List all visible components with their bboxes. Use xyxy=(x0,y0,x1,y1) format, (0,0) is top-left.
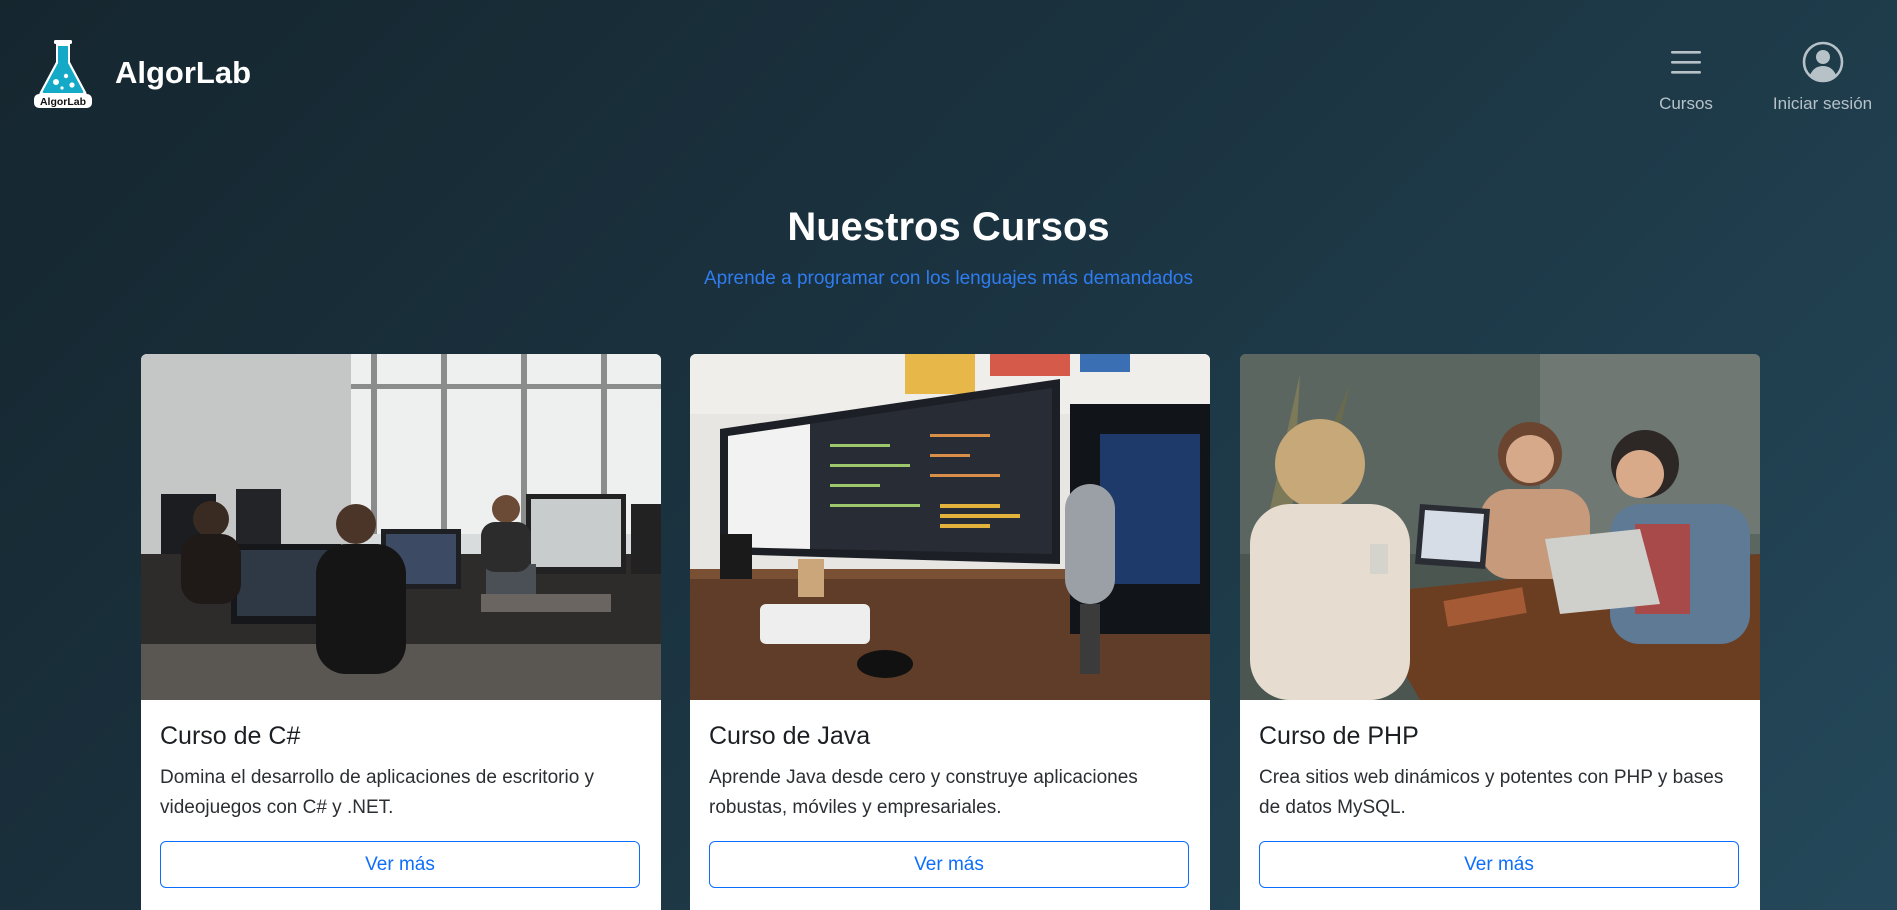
algorlab-logo-icon: AlgorLab xyxy=(32,36,94,110)
nav-courses[interactable]: Cursos xyxy=(1655,38,1717,114)
menu-icon xyxy=(1670,38,1702,86)
user-circle-icon xyxy=(1802,38,1844,86)
course-title: Curso de PHP xyxy=(1259,722,1419,750)
course-card-java: Curso de Java Aprende Java desde cero y … xyxy=(690,354,1210,910)
course-description: Aprende Java desde cero y construye apli… xyxy=(709,767,1138,818)
course-description: Crea sitios web dinámicos y potentes con… xyxy=(1259,767,1724,818)
course-image-csharp xyxy=(141,354,661,700)
svg-text:AlgorLab: AlgorLab xyxy=(40,96,86,108)
course-description: Domina el desarrollo de aplicaciones de … xyxy=(160,767,595,818)
see-more-button[interactable]: Ver más xyxy=(709,841,1189,888)
page-subtitle: Aprende a programar con los lenguajes má… xyxy=(703,268,1194,289)
page-title: Nuestros Cursos xyxy=(787,205,1110,249)
site-header: AlgorLab AlgorLab Cursos Iniciar sesión xyxy=(0,0,1897,150)
course-image-php xyxy=(1240,354,1760,700)
course-title: Curso de C# xyxy=(160,722,301,750)
nav-courses-label: Cursos xyxy=(1659,94,1713,113)
nav-login[interactable]: Iniciar sesión xyxy=(1755,38,1890,114)
see-more-button[interactable]: Ver más xyxy=(160,841,640,888)
course-card-csharp: Curso de C# Domina el desarrollo de apli… xyxy=(141,354,661,910)
course-card-php: Curso de PHP Crea sitios web dinámicos y… xyxy=(1240,354,1760,910)
nav-login-label: Iniciar sesión xyxy=(1772,94,1873,113)
course-title: Curso de Java xyxy=(709,722,871,750)
brand[interactable]: AlgorLab AlgorLab xyxy=(32,36,251,110)
see-more-button[interactable]: Ver más xyxy=(1259,841,1739,888)
brand-name: AlgorLab xyxy=(115,55,252,90)
course-image-java xyxy=(690,354,1210,700)
